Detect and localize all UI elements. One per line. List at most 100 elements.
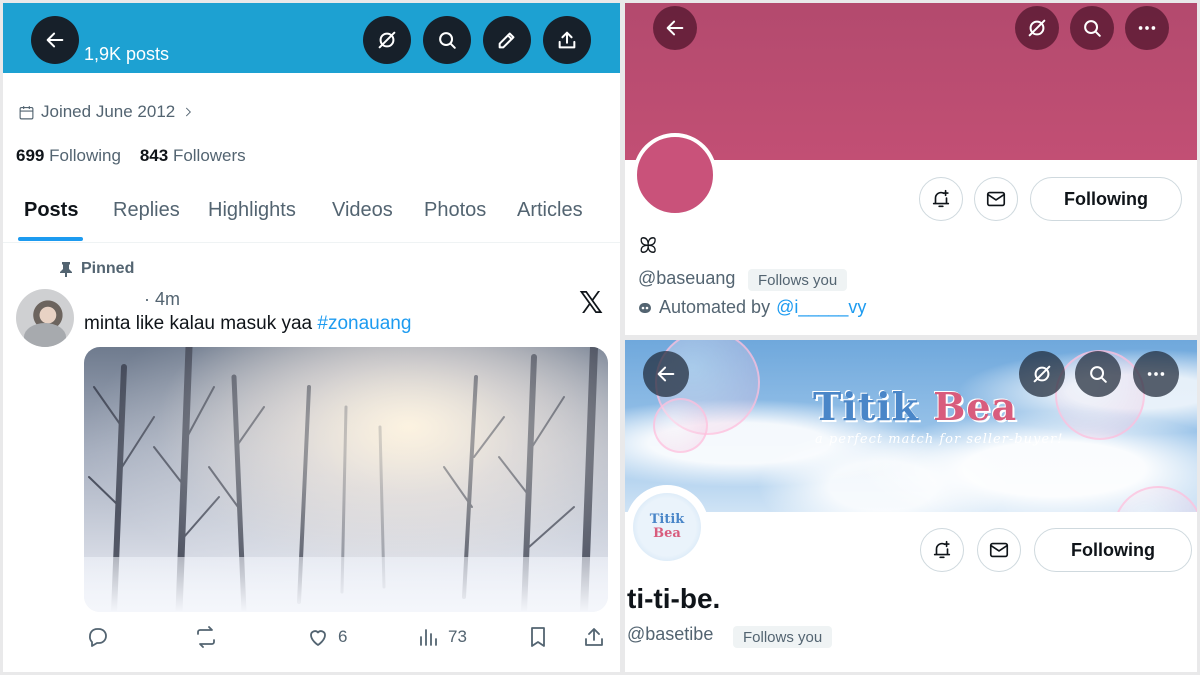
search-icon (439, 32, 456, 49)
profile-panel-basetibe: Titik Bea a perfect match for seller-buy… (625, 340, 1197, 672)
search-button[interactable] (423, 16, 471, 64)
profile-avatar[interactable] (633, 133, 717, 217)
followers-count: 843 (139, 146, 169, 165)
joined-text: Joined June 2012 (41, 102, 176, 121)
post-share-button[interactable] (582, 625, 606, 649)
automated-owner-link[interactable]: @i_____vy (776, 297, 866, 318)
reply-button[interactable] (86, 625, 110, 649)
following-label: Following (49, 146, 121, 165)
tab-posts[interactable]: Posts (24, 199, 78, 222)
views-button[interactable]: 73 (416, 625, 467, 649)
notification-add-icon (933, 540, 951, 559)
share-button[interactable] (543, 16, 591, 64)
hashtag-link[interactable]: #zonauang (317, 313, 411, 334)
like-button[interactable]: 6 (306, 625, 347, 649)
display-name: ꕤ (639, 233, 658, 258)
back-icon (666, 20, 684, 36)
search-button[interactable] (1070, 6, 1114, 50)
tab-replies[interactable]: Replies (113, 199, 180, 222)
follows-you-badge: Follows you (733, 626, 833, 648)
back-icon (657, 366, 675, 382)
display-name: ti-ti-be. (627, 583, 721, 614)
message-icon (986, 191, 1006, 207)
more-button[interactable] (1133, 351, 1179, 397)
pinned-label: Pinned (81, 260, 135, 277)
following-link[interactable]: 699 Following (16, 146, 121, 165)
follows-you-badge: Follows you (748, 269, 848, 291)
post-body: minta like kalau masuk yaa (84, 313, 318, 334)
post-count: 1,9K posts (84, 44, 170, 64)
following-button[interactable]: Following (1034, 528, 1192, 572)
calendar-icon (19, 105, 34, 119)
followers-label: Followers (172, 146, 246, 165)
message-button[interactable] (977, 528, 1021, 572)
notifications-button[interactable] (919, 177, 963, 221)
tab-videos[interactable]: Videos (332, 199, 393, 222)
bookmark-button[interactable] (526, 625, 550, 649)
message-icon (989, 542, 1009, 558)
grok-button[interactable] (1019, 351, 1065, 397)
chevron-right-icon (186, 107, 192, 117)
like-count: 6 (338, 627, 348, 646)
active-tab-indicator (18, 237, 83, 241)
avatar-logo-text2: Bea (653, 526, 681, 541)
message-button[interactable] (974, 177, 1018, 221)
edit-icon (498, 32, 515, 49)
handle: @baseuang (638, 268, 736, 288)
followers-link[interactable]: 843 Followers (140, 146, 246, 165)
reply-icon (89, 628, 107, 647)
follow-stats: 699 Following 843 Followers (16, 146, 246, 166)
avatar-logo-text1: Titik (649, 512, 685, 527)
bookmark-icon (531, 627, 545, 647)
profile-tabs: Posts Replies Highlights Videos Photos A… (3, 183, 620, 243)
pin-icon (60, 262, 72, 277)
avatar-logo: Titik Bea (633, 493, 701, 561)
brand-title-part1: Titik (813, 384, 934, 429)
post-author-avatar[interactable] (16, 289, 74, 347)
joined-date[interactable]: Joined June 2012 (18, 102, 195, 122)
tab-photos[interactable]: Photos (424, 199, 486, 222)
like-icon (310, 630, 326, 646)
tab-articles[interactable]: Articles (517, 199, 583, 222)
bot-icon (639, 302, 651, 313)
following-button[interactable]: Following (1030, 177, 1182, 221)
back-icon (46, 32, 64, 48)
post-image[interactable] (84, 347, 608, 612)
more-icon (1138, 26, 1156, 30)
share-icon (558, 31, 576, 49)
banner-bubble (653, 398, 708, 453)
grok-icon (1028, 19, 1046, 37)
share-icon (585, 628, 603, 646)
banner-brand-title: Titik Bea (813, 384, 1017, 429)
brand-title-part2: Bea (933, 384, 1018, 429)
edit-profile-button[interactable] (483, 16, 531, 64)
banner-brand-subtitle: a perfect match for seller-buyer! (815, 432, 1064, 447)
notification-add-icon (932, 189, 950, 208)
snow-ground (84, 557, 608, 612)
more-icon (1147, 372, 1165, 376)
back-button[interactable] (643, 351, 689, 397)
more-button[interactable] (1125, 6, 1169, 50)
pinned-indicator: Pinned (59, 260, 134, 278)
views-icon (420, 629, 437, 646)
grok-button[interactable] (1015, 6, 1059, 50)
avatar-hood-shape (24, 323, 66, 347)
back-button[interactable] (31, 16, 79, 64)
following-count: 699 (16, 146, 45, 165)
automated-prefix: Automated by (659, 297, 771, 317)
grok-icon (1033, 365, 1051, 383)
grok-button[interactable] (363, 16, 411, 64)
repost-icon (197, 626, 215, 648)
repost-button[interactable] (194, 625, 218, 649)
handle: @basetibe (627, 624, 714, 644)
back-button[interactable] (653, 6, 697, 50)
tab-highlights[interactable]: Highlights (208, 199, 296, 222)
grok-icon (378, 31, 396, 49)
profile-avatar[interactable]: Titik Bea (625, 485, 709, 569)
search-icon (1084, 20, 1101, 37)
post-text: minta like kalau masuk yaa #zonauang (84, 313, 411, 335)
banner-bubble (1113, 486, 1197, 512)
view-count: 73 (448, 627, 467, 646)
search-button[interactable] (1075, 351, 1121, 397)
notifications-button[interactable] (920, 528, 964, 572)
